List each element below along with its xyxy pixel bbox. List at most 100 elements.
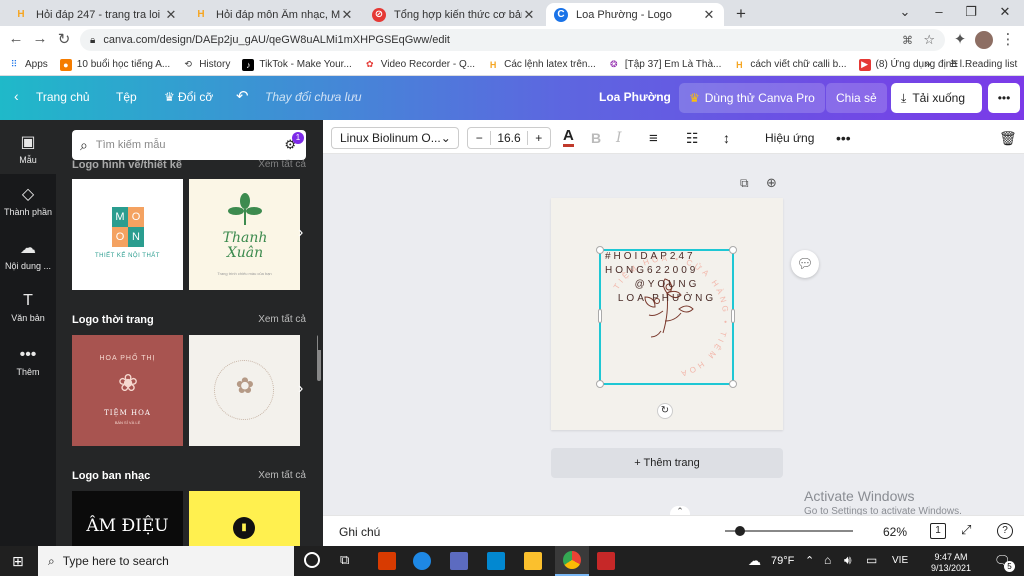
bookmark-star-icon[interactable]: ☆ xyxy=(923,32,935,48)
template-thumbnail-tiem-hoa[interactable]: HOA PHỐ THỊ ❀ TIỆM HOA BÁN SỈ VÀ LẺ xyxy=(72,335,183,446)
template-search-input[interactable]: ⌕ Tìm kiếm mẫu ⚙ 1 xyxy=(72,130,306,160)
spacing-icon[interactable]: ↕ xyxy=(723,127,730,149)
list-icon[interactable]: ☷ xyxy=(686,127,699,149)
reading-list[interactable]: ☰ Reading list xyxy=(948,59,1017,71)
chevron-right-icon[interactable]: › xyxy=(298,380,303,398)
input-language[interactable]: VIE xyxy=(892,555,908,566)
design-page[interactable]: TIỆM HOA • CỬA HÀNG • TIỆM HOA #HOIDAP24… xyxy=(551,198,783,430)
design-title[interactable]: Loa Phường xyxy=(599,90,671,104)
cortana-icon[interactable] xyxy=(304,552,320,568)
resize-handle[interactable] xyxy=(596,246,604,254)
url-bar[interactable]: 🔒︎ canva.com/design/DAEp2ju_gAU/qeGW8uAL… xyxy=(80,29,945,51)
selection-box[interactable] xyxy=(596,246,737,388)
home-link[interactable]: Trang chủ xyxy=(36,90,90,104)
clock[interactable]: 9:47 AM 9/13/2021 xyxy=(917,552,985,574)
share-button[interactable]: Chia sẻ xyxy=(826,83,887,113)
resize-handle[interactable] xyxy=(729,246,737,254)
bookmarks-overflow-icon[interactable]: » xyxy=(925,59,931,70)
weather-temp[interactable]: 79°F xyxy=(771,555,794,567)
close-icon[interactable]: ✕ xyxy=(340,7,354,23)
effects-button[interactable]: Hiệu ứng xyxy=(765,127,814,149)
network-icon[interactable]: ⌂ xyxy=(824,553,831,567)
resize-handle[interactable] xyxy=(596,380,604,388)
template-thumbnail-thanh-xuan[interactable]: Thanh Xuân Trang trình chiếu màu của bạn xyxy=(189,179,300,290)
volume-icon[interactable]: 🔊︎ xyxy=(844,553,852,568)
rail-templates[interactable]: ▣ Mẫu xyxy=(0,120,56,174)
template-thumbnail-yellow-band[interactable]: ▮ xyxy=(189,491,300,546)
side-handle[interactable] xyxy=(731,309,735,323)
window-close-icon[interactable]: ✕ xyxy=(990,4,1020,20)
template-thumbnail-flower-ring[interactable]: ✿ xyxy=(189,335,300,446)
tray-chevron-up-icon[interactable]: ⌃ xyxy=(805,554,814,567)
forward-arrow-icon[interactable]: → xyxy=(30,30,50,47)
see-all-link[interactable]: Xem tất cả xyxy=(258,159,306,171)
bookmark-apps[interactable]: ⠿ Apps xyxy=(8,59,48,71)
resize-menu[interactable]: Đổi cỡ xyxy=(178,90,213,104)
chrome-taskbar-active[interactable] xyxy=(555,546,589,576)
close-icon[interactable]: ✕ xyxy=(522,7,536,23)
store-icon[interactable] xyxy=(450,552,468,570)
extensions-puzzle-icon[interactable]: ✦ xyxy=(950,30,970,48)
minus-icon[interactable]: − xyxy=(468,131,492,145)
office-icon[interactable] xyxy=(378,552,396,570)
bookmark-item[interactable]: ⟲ History xyxy=(182,59,230,71)
template-thumbnail-am-dieu[interactable]: ÂM ĐIỆU xyxy=(72,491,183,546)
more-options-button[interactable]: ••• xyxy=(988,83,1020,113)
minimize-icon[interactable]: – xyxy=(924,4,954,19)
chevron-right-icon[interactable]: › xyxy=(298,224,303,242)
bold-icon[interactable]: B xyxy=(591,127,601,149)
trash-icon[interactable]: 🗑︎ xyxy=(999,127,1017,149)
rail-uploads[interactable]: ☁ Nội dung ... xyxy=(0,238,56,271)
plus-icon[interactable]: + xyxy=(526,131,550,145)
tab-canva-active[interactable]: C Loa Phường - Logo ✕ xyxy=(546,3,724,26)
bookmark-item[interactable]: ❂ [Tập 37] Em Là Thà... xyxy=(608,59,721,71)
comment-add-icon[interactable]: 💬︎ xyxy=(791,250,819,278)
bookmark-item[interactable]: Hcách viết chữ calli b... xyxy=(733,59,846,71)
rotate-handle-icon[interactable]: ↻ xyxy=(657,403,673,419)
winrar-icon[interactable] xyxy=(597,552,615,570)
notes-button[interactable]: Ghi chú xyxy=(339,525,380,539)
zoom-slider-thumb[interactable] xyxy=(735,526,745,536)
task-view-icon[interactable]: ⧉ xyxy=(340,552,349,568)
restore-icon[interactable]: ❐ xyxy=(956,4,986,20)
avatar[interactable] xyxy=(975,31,993,49)
resize-crown-icon[interactable]: ♛ xyxy=(164,90,175,104)
tab-hoidap-1[interactable]: H Hỏi đáp 247 - trang tra loi ✕ xyxy=(6,3,186,26)
windows-start-icon[interactable]: ⊞ xyxy=(12,553,24,570)
bookmark-item[interactable]: ♪ TikTok - Make Your... xyxy=(242,58,352,71)
text-color-icon[interactable]: A xyxy=(563,127,574,147)
font-family-dropdown[interactable]: Linux Biolinum O... ⌄ xyxy=(331,127,459,149)
tab-tong-hop[interactable]: ⊘ Tổng hợp kiến thức cơ bản môn ✕ xyxy=(364,3,544,26)
rail-more[interactable]: ••• Thêm xyxy=(0,346,56,377)
side-handle[interactable] xyxy=(598,309,602,323)
tab-search-chevron-icon[interactable]: ⌄ xyxy=(890,4,920,20)
italic-icon[interactable]: I xyxy=(616,127,622,149)
menu-kebab-icon[interactable]: ⋮ xyxy=(998,30,1018,48)
undo-icon[interactable]: ↶ xyxy=(236,87,249,105)
fullscreen-icon[interactable]: ⤢ xyxy=(961,522,971,538)
more-dots-icon[interactable]: ••• xyxy=(836,127,851,149)
chevron-left-icon[interactable]: ‹ xyxy=(14,88,19,104)
see-all-link[interactable]: Xem tất cả xyxy=(258,470,306,482)
add-page-icon[interactable]: ⊕ xyxy=(766,175,777,191)
battery-icon[interactable]: ▭ xyxy=(866,553,877,567)
zoom-slider[interactable] xyxy=(725,526,853,536)
back-arrow-icon[interactable]: ← xyxy=(6,30,26,47)
close-icon[interactable]: ✕ xyxy=(702,7,716,23)
close-icon[interactable]: ✕ xyxy=(164,7,178,23)
page-count-button[interactable]: 1 xyxy=(930,523,946,539)
zoom-level[interactable]: 62% xyxy=(883,525,907,539)
translate-icon[interactable]: ⌘ xyxy=(902,34,913,47)
font-size-stepper[interactable]: − 16.6 + xyxy=(467,127,551,149)
help-icon[interactable]: ? xyxy=(997,523,1013,539)
template-thumbnail-mon[interactable]: M O O N THIẾT KẾ NỘI THẤT xyxy=(72,179,183,290)
add-page-button[interactable]: + Thêm trang xyxy=(551,448,783,478)
file-explorer-icon[interactable] xyxy=(524,552,542,570)
download-button[interactable]: ⤓ Tải xuống xyxy=(891,83,982,113)
rail-text[interactable]: T Văn bản xyxy=(0,292,56,323)
bookmark-item[interactable]: ● 10 buổi học tiếng A... xyxy=(59,58,170,71)
edge-icon[interactable] xyxy=(413,552,431,570)
duplicate-page-icon[interactable]: ⧉ xyxy=(740,176,749,191)
font-size-value[interactable]: 16.6 xyxy=(491,131,526,145)
align-center-icon[interactable]: ≡ xyxy=(649,127,658,149)
